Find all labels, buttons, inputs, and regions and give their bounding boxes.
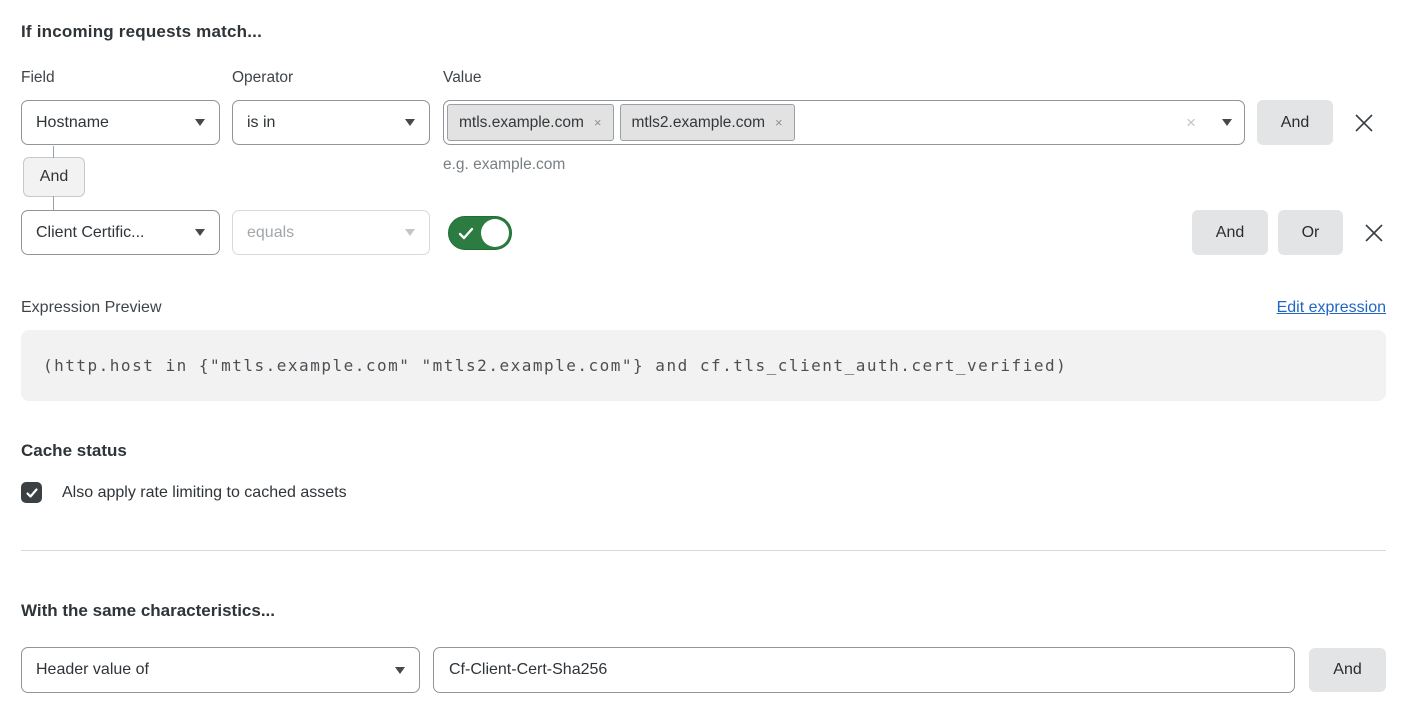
value-label: Value [443, 69, 482, 87]
cached-assets-checkbox[interactable] [21, 482, 42, 503]
expression-code-block: (http.host in {"mtls.example.com" "mtls2… [21, 330, 1386, 401]
field-select-1[interactable]: Hostname [21, 100, 220, 145]
value-helper-text: e.g. example.com [443, 156, 565, 174]
value-tag: mtls2.example.com × [620, 104, 795, 141]
cached-assets-checkbox-label: Also apply rate limiting to cached asset… [62, 484, 347, 502]
characteristic-select-value: Header value of [36, 661, 149, 679]
chevron-down-icon [1222, 119, 1232, 126]
value-tag-label: mtls.example.com [459, 114, 584, 132]
field-label: Field [21, 69, 232, 87]
characteristic-select[interactable]: Header value of [21, 647, 420, 693]
cache-section-title: Cache status [21, 441, 1386, 461]
operator-select-1-value: is in [247, 114, 275, 132]
operator-select-2-value: equals [247, 224, 294, 242]
field-select-2[interactable]: Client Certific... [21, 210, 220, 255]
value-tag: mtls.example.com × [447, 104, 614, 141]
condition-row-2: Client Certific... equals And Or [21, 210, 1386, 255]
delete-condition-icon[interactable] [1362, 210, 1386, 255]
characteristics-row: Header value of And [21, 647, 1386, 693]
chevron-down-icon [405, 229, 415, 236]
chevron-down-icon [195, 119, 205, 126]
close-icon [1353, 112, 1375, 134]
add-and-condition-button[interactable]: And [1257, 100, 1333, 145]
check-icon [25, 486, 39, 500]
characteristics-section-title: With the same characteristics... [21, 601, 1386, 621]
operator-select-1[interactable]: is in [232, 100, 430, 145]
tag-remove-icon[interactable]: × [594, 116, 602, 129]
toggle-knob [481, 219, 509, 247]
rule-builder-page: If incoming requests match... Field Oper… [0, 0, 1420, 720]
operator-label: Operator [232, 69, 443, 87]
header-name-input[interactable] [433, 647, 1295, 693]
section-divider [21, 550, 1386, 551]
operator-select-2: equals [232, 210, 430, 255]
value-multiselect[interactable]: mtls.example.com × mtls2.example.com × × [443, 100, 1245, 145]
edit-expression-link[interactable]: Edit expression [1277, 299, 1386, 317]
close-icon [1363, 222, 1385, 244]
value-tag-list: mtls.example.com × mtls2.example.com × [447, 104, 1186, 141]
clear-values-icon[interactable]: × [1186, 114, 1196, 131]
field-select-1-value: Hostname [36, 114, 109, 132]
match-section-title: If incoming requests match... [21, 22, 1386, 42]
check-icon [458, 226, 474, 242]
tag-remove-icon[interactable]: × [775, 116, 783, 129]
add-or-condition-button[interactable]: Or [1278, 210, 1343, 255]
chevron-down-icon [395, 667, 405, 674]
expression-preview-label: Expression Preview [21, 299, 162, 317]
add-and-condition-button[interactable]: And [1192, 210, 1268, 255]
cache-checkbox-row: Also apply rate limiting to cached asset… [21, 482, 1386, 503]
expression-preview-header: Expression Preview Edit expression [21, 299, 1386, 317]
add-characteristic-button[interactable]: And [1309, 648, 1386, 692]
delete-condition-icon[interactable] [1352, 100, 1376, 145]
column-labels: Field Operator Value [21, 69, 1386, 87]
chevron-down-icon [195, 229, 205, 236]
logic-connector-button[interactable]: And [23, 157, 85, 197]
field-select-2-value: Client Certific... [36, 224, 144, 242]
boolean-toggle[interactable] [448, 216, 512, 250]
chevron-down-icon [405, 119, 415, 126]
condition-row-1: Hostname is in mtls.example.com × mtls2.… [21, 100, 1386, 145]
value-tag-label: mtls2.example.com [632, 114, 766, 132]
